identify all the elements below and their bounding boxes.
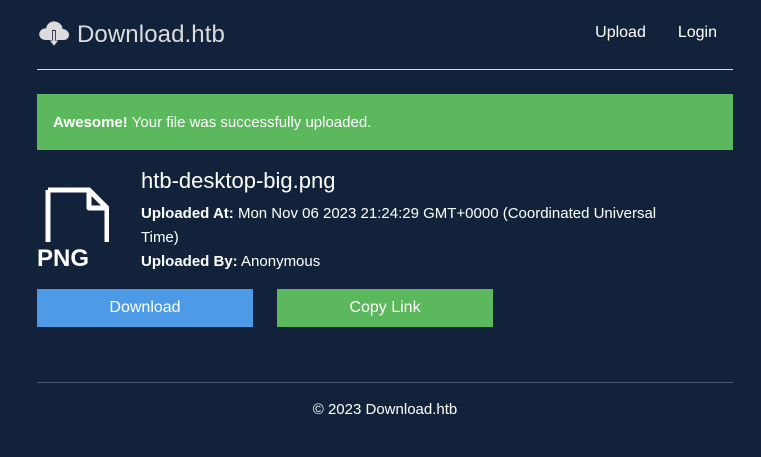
- png-file-icon: PNG: [37, 186, 110, 272]
- nav-upload-link[interactable]: Upload: [595, 24, 646, 42]
- footer-copyright: © 2023 Download.htb: [312, 401, 458, 418]
- cloud-download-icon: [37, 18, 71, 52]
- alert-message: Your file was successfully uploaded.: [131, 113, 372, 131]
- success-alert: Awesome! Your file was successfully uplo…: [37, 94, 733, 150]
- file-icon-text: PNG: [37, 245, 89, 270]
- footer-divider: [37, 382, 733, 383]
- brand-link[interactable]: Download.htb: [37, 14, 225, 56]
- page: Download.htb Upload Login Awesome! Your …: [0, 0, 761, 457]
- header: Download.htb Upload Login: [37, 14, 733, 56]
- download-button[interactable]: Download: [37, 289, 253, 327]
- brand-name: Download.htb: [77, 21, 225, 48]
- copy-link-button[interactable]: Copy Link: [277, 289, 493, 327]
- nav-login-link[interactable]: Login: [678, 24, 717, 42]
- alert-strong: Awesome!: [53, 113, 128, 131]
- uploaded-at-row: Uploaded At: Mon Nov 06 2023 21:24:29 GM…: [141, 202, 661, 250]
- top-nav: Upload Login: [595, 24, 717, 42]
- uploaded-by-value: Anonymous: [241, 253, 321, 270]
- uploaded-at-label: Uploaded At:: [141, 205, 234, 222]
- uploaded-by-label: Uploaded By:: [141, 253, 238, 270]
- header-divider: [37, 69, 733, 70]
- uploaded-by-row: Uploaded By: Anonymous: [141, 250, 661, 274]
- file-name: htb-desktop-big.png: [141, 168, 336, 193]
- file-meta: Uploaded At: Mon Nov 06 2023 21:24:29 GM…: [141, 202, 661, 274]
